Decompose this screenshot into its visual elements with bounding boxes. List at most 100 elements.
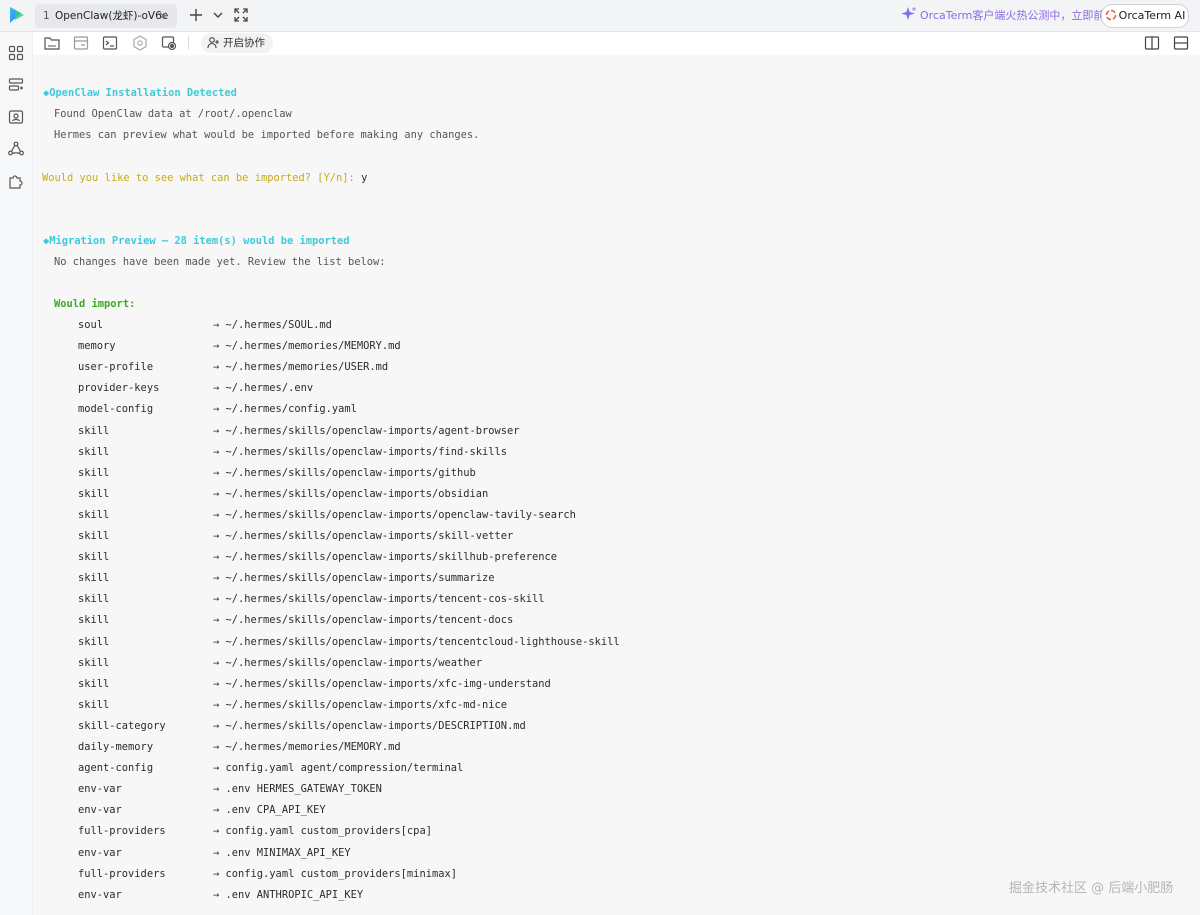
app-logo-icon xyxy=(6,4,28,26)
import-item-target: → ~/.hermes/skills/openclaw-imports/skil… xyxy=(213,530,514,542)
import-item-name: model-config xyxy=(78,403,154,416)
terminal-icon[interactable] xyxy=(101,34,119,52)
import-item-target: → ~/.hermes/skills/openclaw-imports/open… xyxy=(213,508,576,521)
screen-record-icon[interactable] xyxy=(160,34,178,52)
import-item-name: skill xyxy=(78,614,110,627)
prompt-text: Would you like to see what can be import… xyxy=(42,172,355,184)
import-item-name: skill xyxy=(78,656,110,669)
import-item-name: skill xyxy=(78,572,110,585)
plugin-icon[interactable] xyxy=(7,172,25,190)
import-item-name: skill xyxy=(78,466,110,479)
import-item-target: → .env HERMES_GATEWAY_TOKEN xyxy=(213,783,382,796)
ai-button-label: OrcaTerm AI xyxy=(1118,9,1186,22)
import-item-name: memory xyxy=(78,340,116,353)
import-item-target: → .env MINIMAX_API_KEY xyxy=(213,846,351,859)
import-item-target: → ~/.hermes/skills/openclaw-imports/weat… xyxy=(213,656,482,669)
orcaterm-ai-button[interactable]: OrcaTerm AI xyxy=(1101,4,1189,28)
import-item-target: → ~/.hermes/skills/openclaw-imports/tenc… xyxy=(213,635,620,648)
session-toolbar: 开启协作 xyxy=(33,32,1200,54)
fullscreen-icon[interactable] xyxy=(232,6,250,24)
import-item-target: → .env ANTHROPIC_API_KEY xyxy=(213,888,364,901)
import-item-name: skill xyxy=(78,635,110,648)
import-item-name: skill xyxy=(78,551,110,564)
split-vertical-icon[interactable] xyxy=(1143,34,1161,52)
import-item-target: → ~/.hermes/skills/openclaw-imports/DESC… xyxy=(213,719,526,732)
toolbar-divider xyxy=(188,36,189,50)
import-item-target: → ~/.hermes/skills/openclaw-imports/tenc… xyxy=(213,593,545,606)
import-item-target: → config.yaml custom_providers[cpa] xyxy=(213,825,432,838)
import-item-name: skill xyxy=(78,530,110,542)
sftp-folder-icon[interactable] xyxy=(43,34,61,52)
import-item-target: → ~/.hermes/skills/openclaw-imports/skil… xyxy=(213,551,558,564)
import-item-name: skill xyxy=(78,698,110,711)
ai-logo-icon xyxy=(1105,9,1116,21)
import-item-name: full-providers xyxy=(78,825,166,838)
import-item-name: skill-category xyxy=(78,719,166,732)
import-item-target: → ~/.hermes/skills/openclaw-imports/gith… xyxy=(213,466,476,479)
server-list-icon[interactable] xyxy=(7,76,25,94)
migration-header: ◆Migration Preview — 28 item(s) would be… xyxy=(43,235,350,247)
import-item-name: env-var xyxy=(78,804,122,817)
import-item-name: provider-keys xyxy=(78,382,160,395)
import-item-name: env-var xyxy=(78,783,122,796)
tab-title: OpenClaw(龙虾)-oV6e xyxy=(55,10,169,22)
gear-icon[interactable] xyxy=(131,34,149,52)
import-item-name: daily-memory xyxy=(78,741,154,753)
import-item-target: → ~/.hermes/memories/USER.md xyxy=(213,361,389,374)
session-tab[interactable]: 1 OpenClaw(龙虾)-oV6e ✕ xyxy=(35,4,177,28)
prompt-answer: y xyxy=(361,172,368,184)
import-item-name: skill xyxy=(78,487,110,500)
import-item-target: → ~/.hermes/memories/MEMORY.md xyxy=(213,741,401,753)
import-item-name: full-providers xyxy=(78,867,166,880)
import-item-target: → ~/.hermes/skills/openclaw-imports/obsi… xyxy=(213,487,489,500)
import-item-name: env-var xyxy=(78,888,122,901)
sparkle-icon xyxy=(901,7,916,20)
promo-text: OrcaTerm客户端火热公测中，立即前往 xyxy=(920,9,1116,22)
import-item-target: → ~/.hermes/skills/openclaw-imports/find… xyxy=(213,445,508,458)
import-prompt: Would you like to see what can be import… xyxy=(42,171,367,185)
preview-line: Hermes can preview what would be importe… xyxy=(54,129,480,141)
import-item-name: skill xyxy=(78,677,110,690)
tab-index: 1 xyxy=(43,10,50,22)
import-item-target: → ~/.hermes/skills/openclaw-imports/agen… xyxy=(213,424,520,437)
import-item-name: user-profile xyxy=(78,361,154,374)
import-item-target: → config.yaml custom_providers[minimax] xyxy=(213,867,457,880)
import-item-target: → ~/.hermes/memories/MEMORY.md xyxy=(213,340,401,353)
import-item-target: → .env CPA_API_KEY xyxy=(213,804,326,817)
import-item-target: → ~/.hermes/skills/openclaw-imports/xfc-… xyxy=(213,677,551,690)
no-changes-line: No changes have been made yet. Review th… xyxy=(54,256,386,268)
detected-header: ◆OpenClaw Installation Detected xyxy=(43,87,237,99)
terminal-output[interactable]: ◆OpenClaw Installation Detected Found Op… xyxy=(33,55,1200,915)
import-item-name: skill xyxy=(78,445,110,458)
would-import-heading: Would import: xyxy=(54,298,136,310)
import-item-name: agent-config xyxy=(78,762,154,775)
import-item-target: → ~/.hermes/config.yaml xyxy=(213,403,357,416)
close-icon[interactable]: ✕ xyxy=(158,4,168,28)
import-item-target: → ~/.hermes/skills/openclaw-imports/xfc-… xyxy=(213,698,508,711)
add-tab-icon[interactable] xyxy=(187,6,205,24)
left-rail xyxy=(0,32,33,915)
terminal-panel-icon[interactable] xyxy=(7,108,25,126)
import-item-name: skill xyxy=(78,424,110,437)
dashboard-icon[interactable] xyxy=(7,44,25,62)
start-collaboration-button[interactable]: 开启协作 xyxy=(201,33,273,53)
watermark: 掘金技术社区 @ 后端小肥肠 xyxy=(1009,881,1174,896)
import-item-target: → ~/.hermes/skills/openclaw-imports/tenc… xyxy=(213,614,514,627)
import-item-name: env-var xyxy=(78,846,122,859)
import-item-target: → ~/.hermes/SOUL.md xyxy=(213,319,332,331)
file-manager-icon[interactable] xyxy=(72,34,90,52)
network-icon[interactable] xyxy=(7,140,25,158)
chevron-down-icon[interactable] xyxy=(209,6,227,24)
split-horizontal-icon[interactable] xyxy=(1172,34,1190,52)
import-item-name: soul xyxy=(78,319,104,331)
promo-link[interactable]: OrcaTerm客户端火热公测中，立即前往 xyxy=(901,6,1115,24)
title-bar: 1 OpenClaw(龙虾)-oV6e ✕ OrcaTerm客户端火热公测中，立… xyxy=(0,0,1200,32)
import-item-target: → ~/.hermes/.env xyxy=(213,382,314,395)
collab-user-icon xyxy=(207,37,219,49)
import-item-name: skill xyxy=(78,593,110,606)
collab-label: 开启协作 xyxy=(223,37,265,49)
import-item-target: → config.yaml agent/compression/terminal xyxy=(213,762,464,775)
import-item-name: skill xyxy=(78,508,110,521)
found-line: Found OpenClaw data at /root/.openclaw xyxy=(54,108,292,120)
import-item-target: → ~/.hermes/skills/openclaw-imports/summ… xyxy=(213,572,495,585)
